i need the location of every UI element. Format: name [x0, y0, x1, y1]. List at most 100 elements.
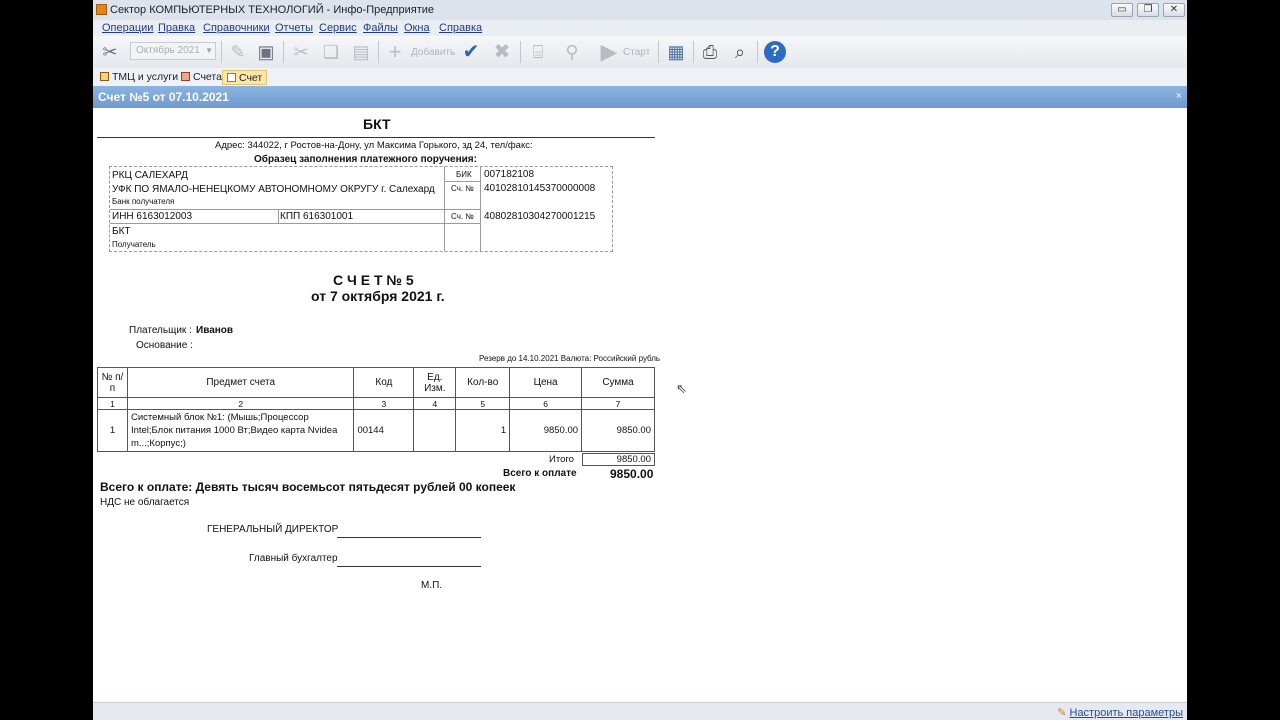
settings-link[interactable]: ✎ Настроить параметры	[1057, 706, 1183, 719]
edit-icon[interactable]: ✎	[225, 39, 251, 65]
preview-icon[interactable]: ⌕	[727, 39, 753, 65]
invoice-report: БКТ Адрес: 344022, г Ростов-на-Дону, ул …	[93, 108, 1187, 702]
tab-label: Счета	[193, 71, 222, 83]
copy-icon[interactable]: ❏	[318, 39, 344, 65]
menu-service[interactable]: Сервис	[319, 22, 357, 34]
account2-value: 40802810304270001215	[484, 211, 596, 222]
toolbar: ✂ Октябрь 2021 ▼ ✎ ▣ ✂ ❏ ▤ + Добавить ✔ …	[93, 36, 1187, 69]
column-header: Ед. Изм.	[413, 367, 457, 398]
settings-icon: ✎	[1057, 707, 1067, 719]
tools-icon[interactable]: ✂	[97, 39, 123, 65]
catalog-icon	[100, 72, 109, 81]
menu-operations[interactable]: Операции	[102, 22, 153, 34]
toolbar-separator	[221, 41, 222, 63]
recipient-name: БКТ	[112, 226, 131, 237]
column-number: 3	[353, 397, 415, 410]
basis-label: Основание :	[136, 340, 193, 351]
divider	[444, 181, 480, 182]
payer-value: Иванов	[196, 325, 234, 336]
column-number: 2	[126, 397, 355, 410]
column-header: № п/п	[97, 367, 128, 398]
cut-icon[interactable]: ✂	[288, 39, 314, 65]
tab-invoices[interactable]: Счета	[177, 70, 226, 85]
tab-goods-services[interactable]: ТМЦ и услуги	[96, 70, 182, 85]
bik-value: 007182108	[484, 169, 535, 180]
column-header: Код	[353, 367, 415, 398]
account-label: Сч. №	[451, 184, 474, 193]
item-sum: 9850.00	[581, 409, 655, 452]
bik-label: БИК	[456, 170, 472, 179]
column-numbers-row: 1 2 3 4 5 6 7	[97, 397, 655, 410]
kpp-value: КПП 616301001	[280, 211, 354, 222]
grand-total-label: Всего к оплате	[503, 468, 577, 479]
add-icon[interactable]: +	[382, 39, 408, 65]
menu-bar: Операции Правка Справочники Отчеты Серви…	[93, 20, 1187, 36]
item-price: 9850.00	[509, 409, 583, 452]
total-value: 9850.00	[582, 453, 655, 466]
document-tabs: ТМЦ и услуги Счета Счет	[93, 68, 1187, 86]
item-quantity: 1	[455, 409, 511, 452]
help-icon[interactable]: ?	[762, 39, 788, 65]
table-header: № п/п Предмет счета Код Ед. Изм. Кол-во …	[97, 367, 655, 398]
bank-line-2: УФК ПО ЯМАЛО-НЕНЕЦКОМУ АВТОНОМНОМУ ОКРУГ…	[112, 184, 435, 195]
invoice-date: от 7 октября 2021 г.	[311, 288, 445, 304]
column-number: 1	[97, 397, 128, 410]
save-icon[interactable]: ▣	[253, 39, 279, 65]
start-icon[interactable]: ▶	[596, 39, 622, 65]
search-icon[interactable]: ⚲	[559, 39, 585, 65]
menu-help[interactable]: Справка	[439, 22, 482, 34]
grand-total-value: 9850.00	[610, 467, 654, 481]
close-window-button[interactable]: ✕	[1163, 3, 1185, 17]
account2-label: Сч. №	[451, 212, 474, 221]
director-label: ГЕНЕРАЛЬНЫЙ ДИРЕКТОР	[207, 524, 339, 535]
print-preview-icon[interactable]: ⌸	[525, 39, 551, 65]
divider	[110, 209, 444, 210]
bank-details: РКЦ САЛЕХАРД УФК ПО ЯМАЛО-НЕНЕЦКОМУ АВТО…	[109, 166, 613, 252]
document-icon	[227, 73, 236, 82]
divider	[444, 223, 480, 224]
payer-label: Плательщик :	[129, 325, 192, 336]
item-code: 00144	[353, 409, 415, 452]
menu-files[interactable]: Файлы	[363, 22, 398, 34]
vat-note: НДС не облагается	[100, 497, 190, 508]
mouse-cursor-icon: ⇖	[676, 381, 687, 396]
add-button-label[interactable]: Добавить	[411, 47, 455, 58]
recipient-caption: Получатель	[112, 240, 156, 249]
menu-windows[interactable]: Окна	[404, 22, 430, 34]
minimize-button[interactable]: ▭	[1111, 3, 1133, 17]
app-icon	[96, 4, 107, 15]
tab-label: ТМЦ и услуги	[112, 71, 179, 83]
document-header: Счет №5 от 07.10.2021 ×	[93, 86, 1187, 108]
column-number: 4	[413, 397, 457, 410]
menu-references[interactable]: Справочники	[203, 22, 270, 34]
start-button-label[interactable]: Старт	[623, 47, 650, 58]
app-window: Сектор КОМПЬЮТЕРНЫХ ТЕХНОЛОГИЙ - Инфо-Пр…	[93, 0, 1187, 720]
director-signature-line	[337, 537, 481, 538]
printer-icon[interactable]: ⎙	[697, 39, 723, 65]
settings-link-label: Настроить параметры	[1069, 707, 1184, 719]
calculator-icon[interactable]: ▦	[663, 39, 689, 65]
tab-label: Счет	[239, 72, 263, 84]
bank-caption: Банк получателя	[112, 197, 175, 206]
accountant-label: Главный бухгалтер	[249, 553, 338, 564]
toolbar-separator	[658, 41, 659, 63]
invoice-heading: С Ч Е Т № 5	[333, 272, 414, 288]
maximize-button[interactable]: ❐	[1137, 3, 1159, 17]
toolbar-separator	[757, 41, 758, 63]
paste-icon[interactable]: ▤	[348, 39, 374, 65]
close-document-icon[interactable]: ×	[1176, 90, 1182, 102]
divider	[444, 209, 480, 210]
cancel-icon[interactable]: ✖	[489, 39, 515, 65]
column-header: Предмет счета	[126, 367, 355, 398]
menu-edit[interactable]: Правка	[158, 22, 195, 34]
period-select[interactable]: Октябрь 2021 ▼	[130, 42, 216, 60]
tab-invoice[interactable]: Счет	[222, 70, 268, 85]
reserve-note: Резерв до 14.10.2021 Валюта: Российский …	[479, 354, 661, 363]
amount-in-words: Всего к оплате: Девять тысяч восемьсот п…	[100, 480, 516, 494]
stamp-label: М.П.	[421, 580, 443, 591]
column-header: Сумма	[581, 367, 655, 398]
divider	[97, 137, 655, 138]
confirm-icon[interactable]: ✔	[458, 39, 484, 65]
menu-reports[interactable]: Отчеты	[275, 22, 313, 34]
account-value: 40102810145370000008	[484, 183, 596, 194]
